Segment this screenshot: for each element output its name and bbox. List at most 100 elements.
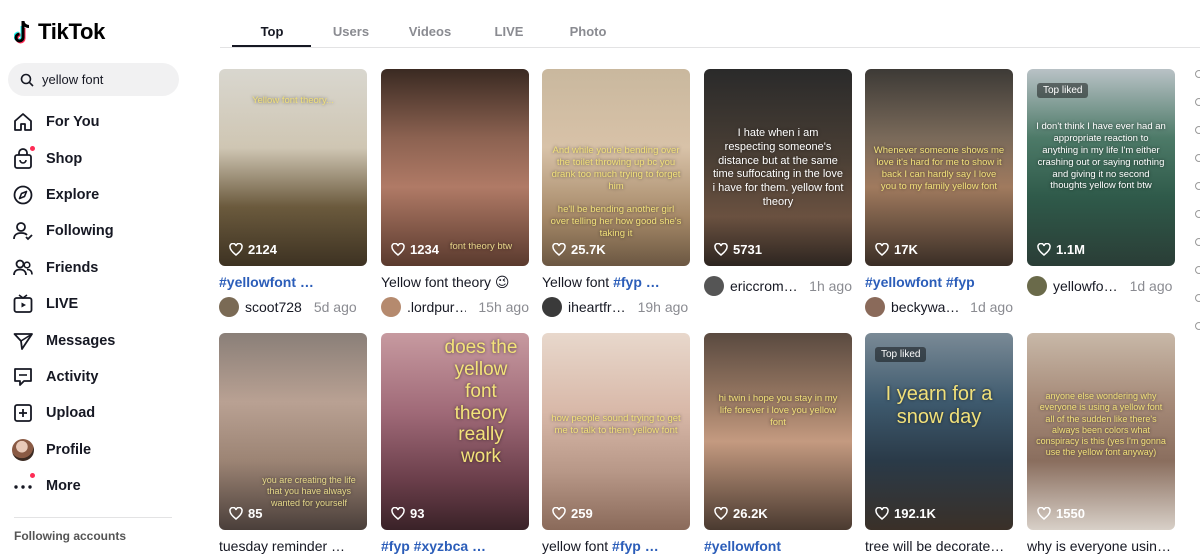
notification-dot	[30, 473, 35, 479]
caption-hashtags[interactable]: #yellowfont …	[219, 274, 314, 290]
video-card[interactable]: Whenever someone shows me love it's hard…	[865, 69, 1013, 317]
sidebar-item-upload[interactable]: Upload	[12, 395, 115, 431]
home-icon	[12, 111, 34, 133]
tab-users[interactable]: Users	[312, 24, 390, 39]
sidebar-item-activity[interactable]: Activity	[12, 359, 115, 395]
video-card[interactable]: does the yellow font theory really work …	[381, 333, 529, 555]
tab-top[interactable]: Top	[233, 24, 311, 39]
video-card[interactable]: I hate when i am respecting someone's di…	[704, 69, 852, 296]
heart-icon	[391, 507, 405, 520]
video-caption[interactable]: tuesday reminder …	[219, 538, 367, 555]
video-caption[interactable]: #yellowfont	[704, 538, 852, 555]
avatar[interactable]	[704, 276, 724, 296]
sidebar-item-more[interactable]: More	[12, 468, 115, 504]
avatar[interactable]	[542, 297, 562, 317]
video-card[interactable]: font theory btw 1234 Yellow font theory …	[381, 69, 529, 317]
video-thumbnail[interactable]: how people sound trying to get me to tal…	[542, 333, 690, 530]
username[interactable]: iheartfr…	[568, 299, 626, 315]
tab-videos[interactable]: Videos	[391, 24, 469, 39]
like-count-value: 5731	[733, 242, 762, 257]
avatar[interactable]	[865, 297, 885, 317]
caption-hashtags[interactable]: #fyp …	[612, 538, 659, 554]
video-caption[interactable]: #fyp #xyzbca …	[381, 538, 529, 555]
video-thumbnail[interactable]: Top liked I don't think I have ever had …	[1027, 69, 1175, 266]
tiktok-logo[interactable]: TikTok	[14, 18, 105, 46]
like-count: 5731	[714, 242, 762, 257]
sidebar-item-shop[interactable]: Shop	[12, 140, 115, 176]
video-thumbnail[interactable]: you are creating the life that you have …	[219, 333, 367, 530]
video-caption[interactable]: yellow font #fyp …	[542, 538, 690, 555]
search-bar[interactable]	[8, 63, 179, 96]
caption-hashtags[interactable]: #yellowfont #fyp	[865, 274, 975, 290]
sidebar-item-messages[interactable]: Messages	[12, 322, 115, 358]
rail-dot	[1195, 70, 1200, 78]
video-author[interactable]: beckywa… 1d ago	[865, 297, 1013, 317]
video-card[interactable]: Yellow font theory... 2124 #yellowfont ……	[219, 69, 367, 317]
video-caption[interactable]: tree will be decorate…	[865, 538, 1013, 555]
video-card[interactable]: how people sound trying to get me to tal…	[542, 333, 690, 555]
plus-square-icon	[12, 402, 34, 424]
sidebar-item-friends[interactable]: Friends	[12, 250, 115, 286]
avatar[interactable]	[381, 297, 401, 317]
live-tv-icon	[12, 293, 34, 315]
rail-dot	[1195, 294, 1200, 302]
video-caption[interactable]: Yellow font #fyp …	[542, 274, 690, 292]
sidebar-item-label: Friends	[46, 259, 99, 276]
caption-hashtags[interactable]: #yellowfont	[704, 538, 781, 554]
video-caption[interactable]: #yellowfont …	[219, 274, 367, 292]
post-time: 1d ago	[1129, 278, 1173, 294]
video-card[interactable]: hi twin i hope you stay in my life forev…	[704, 333, 852, 555]
video-thumbnail[interactable]: font theory btw 1234	[381, 69, 529, 266]
video-caption[interactable]: #yellowfont #fyp	[865, 274, 1013, 292]
video-caption[interactable]: why is everyone usin…	[1027, 538, 1175, 555]
video-thumbnail[interactable]: anyone else wondering why everyone is us…	[1027, 333, 1175, 530]
video-card[interactable]: anyone else wondering why everyone is us…	[1027, 333, 1175, 555]
tab-live[interactable]: LIVE	[470, 24, 548, 39]
sidebar-nav: For You Shop Explore Following Friends L…	[12, 104, 115, 504]
search-input[interactable]	[42, 72, 162, 87]
video-author[interactable]: ericcrom… 1h ago	[704, 276, 852, 296]
sidebar-item-explore[interactable]: Explore	[12, 177, 115, 213]
sidebar-item-profile[interactable]: Profile	[12, 432, 115, 468]
heart-icon	[552, 243, 566, 256]
username[interactable]: yellowfo…	[1053, 278, 1118, 294]
username[interactable]: .lordpur…	[407, 299, 466, 315]
post-time: 5d ago	[313, 299, 357, 315]
heart-icon	[1037, 507, 1051, 520]
sidebar-item-label: Profile	[46, 441, 92, 458]
video-thumbnail[interactable]: And while you're bending over the toilet…	[542, 69, 690, 266]
sidebar-item-live[interactable]: LIVE	[12, 286, 115, 322]
username[interactable]: beckywa…	[891, 299, 958, 315]
tab-photo[interactable]: Photo	[549, 24, 627, 39]
video-thumbnail[interactable]: I hate when i am respecting someone's di…	[704, 69, 852, 266]
video-author[interactable]: .lordpur… 15h ago	[381, 297, 529, 317]
caption-text: yellow font	[542, 538, 613, 554]
username[interactable]: scoot728	[245, 299, 302, 315]
overlay-text: Yellow font theory...	[252, 95, 334, 106]
video-caption[interactable]: Yellow font theory 😉	[381, 274, 529, 292]
sidebar-item-for-you[interactable]: For You	[12, 104, 115, 140]
avatar[interactable]	[219, 297, 239, 317]
search-tabs: Top Users Videos LIVE Photo	[220, 0, 1200, 48]
like-count: 17K	[875, 242, 918, 257]
video-thumbnail[interactable]: does the yellow font theory really work …	[381, 333, 529, 530]
video-card[interactable]: you are creating the life that you have …	[219, 333, 367, 555]
overlay-text: how people sound trying to get me to tal…	[551, 413, 681, 436]
caption-text: tree will be decorate…	[865, 538, 1005, 554]
video-card[interactable]: Top liked I yearn for a snow day 192.1K …	[865, 333, 1013, 555]
video-author[interactable]: scoot728 5d ago	[219, 297, 367, 317]
video-thumbnail[interactable]: hi twin i hope you stay in my life forev…	[704, 333, 852, 530]
caption-hashtags[interactable]: #fyp …	[613, 274, 660, 290]
caption-hashtags[interactable]: #fyp #xyzbca …	[381, 538, 486, 554]
sidebar-item-following[interactable]: Following	[12, 213, 115, 249]
avatar[interactable]	[1027, 276, 1047, 296]
video-thumbnail[interactable]: Top liked I yearn for a snow day 192.1K	[865, 333, 1013, 530]
video-thumbnail[interactable]: Whenever someone shows me love it's hard…	[865, 69, 1013, 266]
video-author[interactable]: iheartfr… 19h ago	[542, 297, 690, 317]
username[interactable]: ericcrom…	[730, 278, 797, 294]
video-thumbnail[interactable]: Yellow font theory... 2124	[219, 69, 367, 266]
video-card[interactable]: Top liked I don't think I have ever had …	[1027, 69, 1175, 296]
video-card[interactable]: And while you're bending over the toilet…	[542, 69, 690, 317]
compass-icon	[12, 184, 34, 206]
video-author[interactable]: yellowfo… 1d ago	[1027, 276, 1175, 296]
